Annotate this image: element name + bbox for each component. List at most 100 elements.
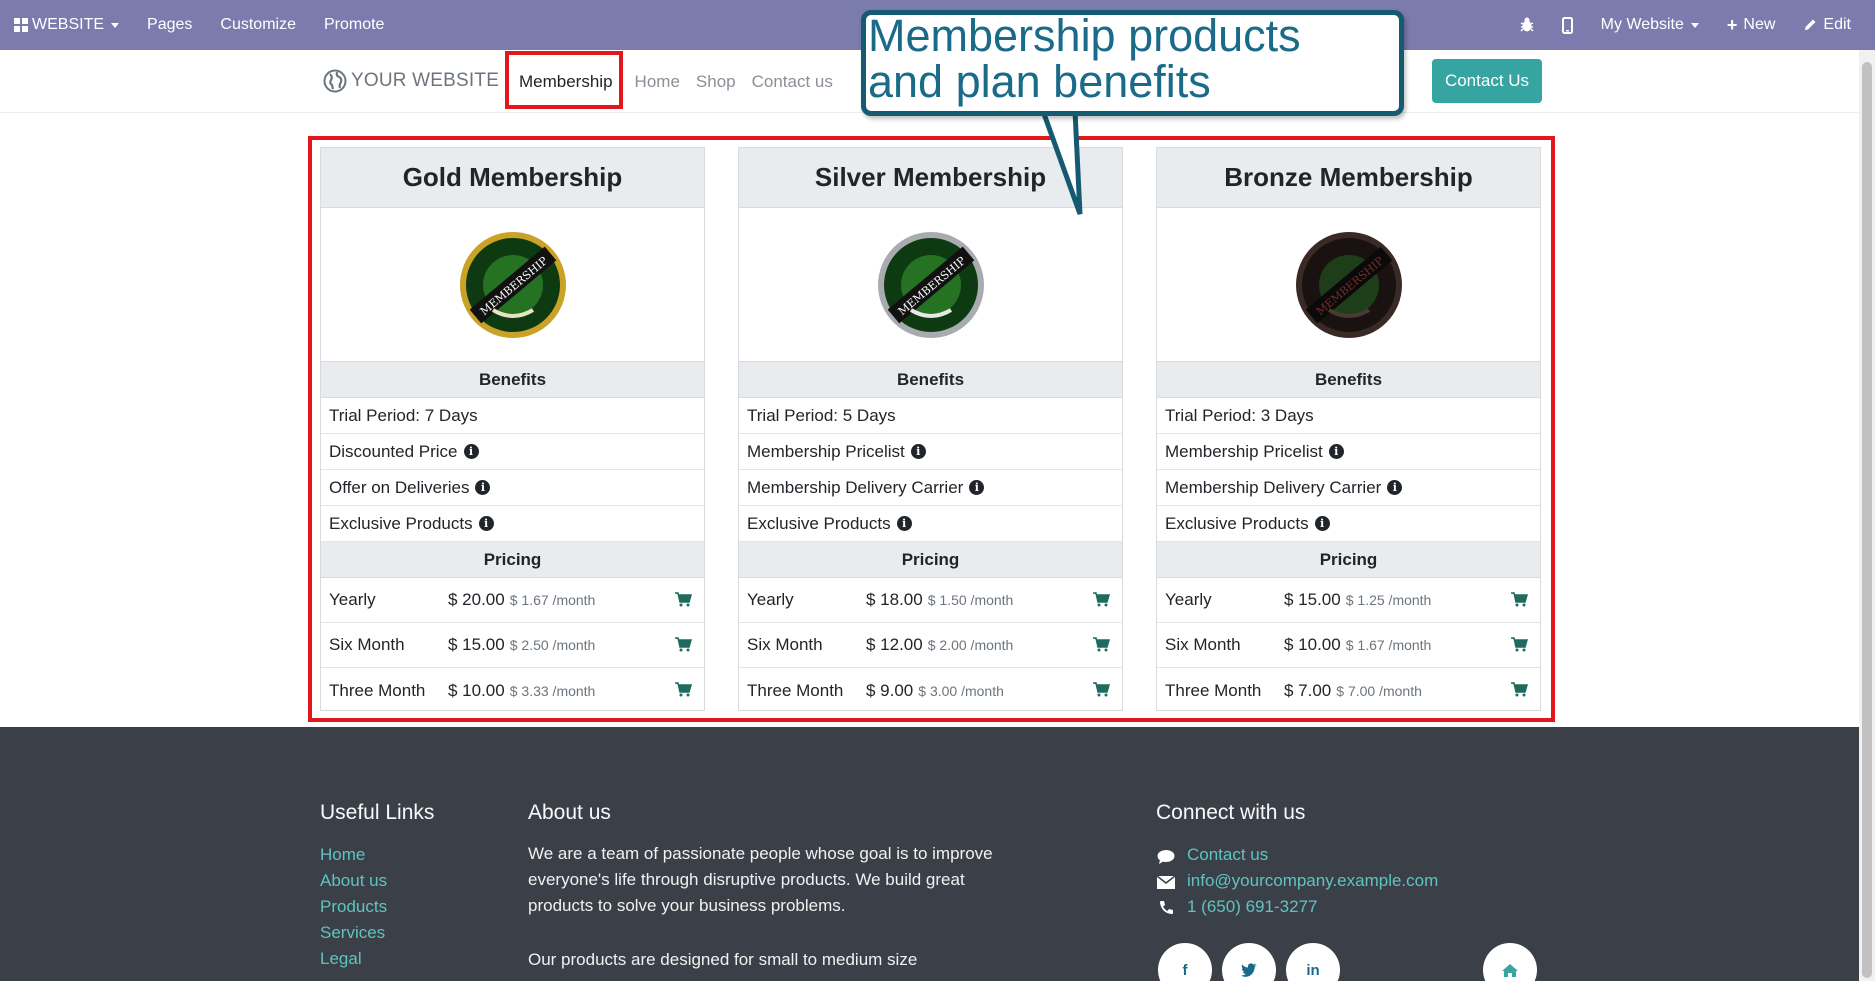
linkedin-icon[interactable]: in <box>1286 943 1340 997</box>
footer-link-about[interactable]: About us <box>320 871 387 891</box>
pricing-period: Three Month <box>747 680 844 700</box>
pricing-price: $ 20.00 <box>448 590 505 609</box>
about-line: products to solve your business problems… <box>528 896 846 915</box>
nav-shop[interactable]: Shop <box>688 72 744 92</box>
footer-link-legal[interactable]: Legal <box>320 949 362 969</box>
info-icon[interactable]: i <box>463 444 479 459</box>
card-title: Bronze Membership <box>1157 148 1540 208</box>
caret-down-icon <box>1690 22 1699 28</box>
benefit-text: Trial Period: 3 Days <box>1165 405 1314 425</box>
add-to-cart-icon[interactable] <box>675 592 692 607</box>
home-icon[interactable] <box>1483 943 1537 997</box>
pricing-period: Six Month <box>747 635 823 654</box>
pricing-per-month: $ 1.25 /month <box>1345 592 1432 608</box>
info-icon[interactable]: i <box>896 516 912 531</box>
pricing-per-month: $ 1.67 /month <box>1345 637 1432 653</box>
my-website-label: My Website <box>1600 16 1684 33</box>
customize-menu[interactable]: Customize <box>206 0 310 50</box>
footer-link-home[interactable]: Home <box>320 845 365 865</box>
add-to-cart-icon[interactable] <box>1511 682 1528 697</box>
twitter-icon[interactable]: t <box>1222 943 1276 997</box>
connect-email-link[interactable]: info@yourcompany.example.com <box>1187 871 1438 891</box>
pricing-price: $ 10.00 <box>448 680 505 700</box>
callout-line-1: Membership products <box>868 10 1301 61</box>
card-title: Gold Membership <box>321 148 704 208</box>
add-to-cart-icon[interactable] <box>1093 592 1110 607</box>
useful-links-title: Useful Links <box>320 801 435 824</box>
add-to-cart-icon[interactable] <box>1093 637 1110 652</box>
benefit-text: Exclusive Products <box>329 513 473 533</box>
pricing-row: Yearly $ 20.00 $ 1.67 /month <box>321 578 704 623</box>
benefit-item: Exclusive Products i <box>1157 506 1540 542</box>
pricing-period: Six Month <box>1165 635 1241 654</box>
pricing-period: Yearly <box>329 590 376 609</box>
new-button[interactable]: + New <box>1713 0 1790 50</box>
debug-button[interactable] <box>1506 0 1548 50</box>
logo-text: YOUR WEBSITE <box>351 70 500 91</box>
footer-link-services[interactable]: Services <box>320 923 385 943</box>
caret-down-icon <box>111 22 120 28</box>
site-footer: Useful Links Home About us Products Serv… <box>0 727 1859 997</box>
info-icon[interactable]: i <box>910 444 926 459</box>
benefit-text: Membership Pricelist <box>1165 441 1323 461</box>
benefit-item: Membership Delivery Carrier i <box>1157 470 1540 506</box>
info-icon[interactable]: i <box>969 480 985 495</box>
pricing-per-month: $ 3.33 /month <box>509 682 596 699</box>
site-logo[interactable]: YOUR WEBSITE <box>323 69 499 93</box>
benefit-text: Discounted Price <box>329 441 458 461</box>
info-icon[interactable]: i <box>1314 516 1330 531</box>
pricing-row: Three Month $ 9.00 $ 3.00 /month <box>739 668 1122 713</box>
membership-card-silver: Silver Membership MEMBERSHIP Benefits Tr… <box>738 147 1123 711</box>
facebook-icon[interactable]: f <box>1158 943 1212 997</box>
pricing-period: Yearly <box>747 590 794 609</box>
info-icon[interactable]: i <box>1328 444 1344 459</box>
pricing-per-month: $ 2.50 /month <box>509 637 596 653</box>
about-us-text: We are a team of passionate people whose… <box>528 841 1028 919</box>
pricing-per-month: $ 1.50 /month <box>927 592 1014 608</box>
info-icon[interactable]: i <box>478 516 494 531</box>
twitter-bird-icon <box>1241 963 1257 977</box>
pricing-per-month: $ 7.00 /month <box>1336 682 1422 699</box>
pricing-header: Pricing <box>739 542 1122 578</box>
add-to-cart-icon[interactable] <box>1511 592 1528 607</box>
nav-home[interactable]: Home <box>627 72 688 92</box>
scrollbar-thumb[interactable] <box>1862 62 1872 978</box>
add-to-cart-icon[interactable] <box>1511 637 1528 652</box>
mobile-preview-button[interactable] <box>1548 0 1587 50</box>
apps-grid-icon <box>14 18 28 32</box>
pages-menu[interactable]: Pages <box>133 0 206 50</box>
info-icon[interactable]: i <box>1387 480 1403 495</box>
promote-menu[interactable]: Promote <box>310 0 398 50</box>
pricing-row: Six Month $ 10.00 $ 1.67 /month <box>1157 623 1540 668</box>
globe-icon <box>323 69 347 93</box>
membership-badge-icon: MEMBERSHIP <box>1295 231 1402 338</box>
benefit-text: Membership Pricelist <box>747 441 905 461</box>
edit-button[interactable]: Edit <box>1789 0 1865 50</box>
benefits-header: Benefits <box>739 362 1122 398</box>
benefit-item: Exclusive Products i <box>739 506 1122 542</box>
contact-us-button[interactable]: Contact Us <box>1432 59 1542 103</box>
home-glyph-icon <box>1502 963 1518 977</box>
add-to-cart-icon[interactable] <box>675 682 692 697</box>
pencil-icon <box>1805 19 1816 30</box>
pricing-row: Six Month $ 12.00 $ 2.00 /month <box>739 623 1122 668</box>
info-icon[interactable]: i <box>475 480 491 495</box>
website-menu[interactable]: WEBSITE <box>0 0 133 50</box>
connect-phone-link[interactable]: 1 (650) 691-3277 <box>1187 897 1317 917</box>
about-us-text-2: Our products are designed for small to m… <box>528 950 918 969</box>
my-website-menu[interactable]: My Website <box>1587 0 1713 50</box>
membership-badge-icon: MEMBERSHIP <box>877 231 984 338</box>
connect-contact-link[interactable]: Contact us <box>1187 845 1268 865</box>
callout-pointer <box>1040 109 1083 215</box>
add-to-cart-icon[interactable] <box>1093 682 1110 697</box>
add-to-cart-icon[interactable] <box>675 637 692 652</box>
website-menu-label: WEBSITE <box>32 16 105 33</box>
benefit-item: Membership Pricelist i <box>739 434 1122 470</box>
footer-link-products[interactable]: Products <box>320 897 387 917</box>
benefit-text: Membership Delivery Carrier <box>747 477 964 497</box>
benefit-item: Offer on Deliveries i <box>321 470 704 506</box>
about-us-title: About us <box>528 801 611 824</box>
pricing-row: Yearly $ 15.00 $ 1.25 /month <box>1157 578 1540 623</box>
nav-contact-us[interactable]: Contact us <box>744 72 841 92</box>
pricing-price: $ 15.00 <box>448 635 505 654</box>
